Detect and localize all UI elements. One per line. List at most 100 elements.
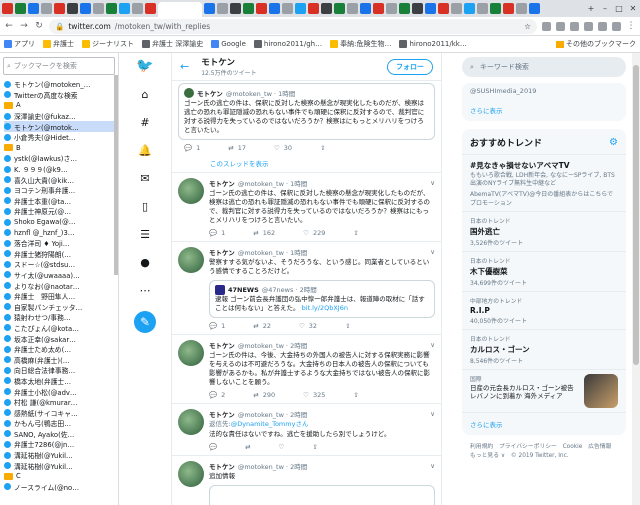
tab[interactable] (2, 3, 13, 14)
bookmark-item[interactable]: 喜久山大貴(@kik… (4, 174, 118, 185)
bookmark-item[interactable]: Twitterの高度な検索 (4, 90, 118, 101)
bookmark-item[interactable]: 坂本正幸(@sakar… (4, 333, 118, 344)
quote-link[interactable]: bit.ly/2QbXJ6n (302, 304, 348, 312)
bookmark-item[interactable]: 弁護士ため太め(… (4, 344, 118, 355)
bookmark-icon[interactable]: ▯ (138, 199, 152, 213)
avatar[interactable] (178, 340, 204, 366)
twitter-search-input[interactable]: ⌕ キーワード検索 (462, 57, 626, 77)
other-bookmarks[interactable]: その他のブックマーク (556, 39, 636, 49)
bookmark-item[interactable]: よりなお(@naotar… (4, 280, 118, 291)
tab[interactable] (308, 3, 319, 14)
tab[interactable] (360, 3, 371, 14)
bookmark-folder[interactable]: C (4, 471, 118, 482)
tab[interactable] (106, 3, 117, 14)
tab[interactable] (425, 3, 436, 14)
share-button[interactable]: ⇪ (345, 322, 350, 330)
list-icon[interactable]: ☰ (138, 227, 152, 241)
bookmark-search-input[interactable]: ⌕ ブックマークを検索 (3, 57, 115, 75)
retweet-button[interactable]: ⇄ (245, 443, 250, 451)
bookmark-item[interactable]: 弁護士猪狩陽朗(… (4, 249, 118, 260)
avatar[interactable] (178, 461, 204, 487)
bookmark-item[interactable]: ヨコテン刑事弁護… (4, 185, 118, 196)
retweet-button[interactable]: ⇄ 162 (253, 229, 275, 237)
mail-icon[interactable]: ✉ (138, 171, 152, 185)
bookmark-item[interactable]: K. ９９９(@k9… (4, 164, 118, 175)
menu-icon[interactable]: ⋮ (626, 21, 636, 31)
bookmark-item[interactable]: こたぴょん(@kota… (4, 323, 118, 334)
tab[interactable] (438, 3, 449, 14)
retweet-button[interactable]: ⇄ 290 (253, 391, 275, 399)
bookmark-item[interactable]: 弁護士 野田隼人… (4, 291, 118, 302)
forward-icon[interactable]: → (19, 21, 29, 31)
bookmark-item[interactable]: 猿射わせつ/事務… (4, 312, 118, 323)
extension-icon[interactable] (584, 21, 593, 31)
extension-icon[interactable] (556, 21, 565, 31)
tab[interactable] (477, 3, 488, 14)
bookmark[interactable]: ジーナリスト (82, 39, 134, 49)
tweet[interactable]: モトケン @motoken_tw · 1時間 ∨ ゴーン氏の逃亡の件は、保釈に反… (172, 173, 441, 242)
bell-icon[interactable]: 🔔 (138, 143, 152, 157)
bookmark-folder[interactable]: A (4, 100, 118, 111)
bookmark-item[interactable]: 弁護士7286(@jn… (4, 439, 118, 450)
profile-icon[interactable]: ● (138, 255, 152, 269)
avatar[interactable] (178, 247, 204, 273)
tab[interactable] (15, 3, 26, 14)
scrollbar-thumb[interactable] (633, 65, 639, 365)
bookmark-item[interactable]: hznfl @_hznf_)3… (4, 227, 118, 238)
share-button[interactable]: ⇪ (320, 144, 325, 152)
tab[interactable] (80, 3, 91, 14)
tab[interactable] (412, 3, 423, 14)
like-button[interactable]: ♡ 325 (303, 391, 325, 399)
bookmark-item[interactable]: 弁護士神原元(@… (4, 206, 118, 217)
tab[interactable] (41, 3, 52, 14)
address-bar[interactable]: 🔒 twitter.com/motoken_tw/with_replies ☆ (49, 18, 537, 34)
account-handle[interactable]: @SUSHImedia_2019 (462, 83, 626, 99)
bookmark-item[interactable]: モトケン(@motoken_… (4, 79, 118, 90)
retweet-button[interactable]: ⇄ 22 (253, 322, 271, 330)
share-button[interactable]: ⇪ (312, 443, 317, 451)
tab[interactable] (386, 3, 397, 14)
bookmark-item[interactable]: 溝延祐樹(@Yukil… (4, 450, 118, 461)
extension-icon[interactable] (542, 21, 551, 31)
bookmark-item[interactable]: 溝延祐樹(@Yukil… (4, 460, 118, 471)
tab[interactable] (256, 3, 267, 14)
quoted-tweet-card[interactable]: モトケン @motoken_tw · 1時間 ゴーン氏の逃亡の件は、保釈に反対し… (172, 81, 441, 156)
bookmark-folder[interactable]: B (4, 143, 118, 154)
footer-links[interactable]: 利用規約 プライバシーポリシー Cookie 広告情報 もっと見る ∨ © 20… (462, 435, 626, 461)
chevron-down-icon[interactable]: ∨ (430, 462, 435, 470)
reply-button[interactable]: 💬 2 (209, 391, 225, 399)
chevron-down-icon[interactable]: ∨ (430, 341, 435, 349)
bookmark[interactable]: アプリ (4, 39, 35, 49)
reply-button[interactable]: 💬 1 (209, 229, 225, 237)
bookmark[interactable]: 弁護士 (43, 39, 74, 49)
bookmark-item[interactable]: スドー☆(@stdsu… (4, 259, 118, 270)
new-tab-icon[interactable]: + (584, 0, 598, 17)
show-thread-link[interactable]: このスレッドを表示 (172, 156, 441, 173)
reload-icon[interactable]: ↻ (34, 21, 44, 31)
active-tab[interactable] (158, 2, 202, 17)
tab[interactable] (282, 3, 293, 14)
share-button[interactable]: ⇪ (353, 391, 358, 399)
tab[interactable] (243, 3, 254, 14)
reply-button[interactable]: 💬 (209, 443, 217, 451)
bookmark-item[interactable]: モトケン(@motok… (4, 121, 118, 132)
like-button[interactable]: ♡ 32 (299, 322, 317, 330)
tweet[interactable]: モトケン @motoken_tw · 2時間 ∨ 返信先:@Dynamite_T… (172, 404, 441, 456)
follow-button[interactable]: フォロー (387, 58, 433, 75)
like-button[interactable]: ♡ 30 (274, 144, 292, 152)
extension-icon[interactable] (598, 21, 607, 31)
tab[interactable] (93, 3, 104, 14)
reply-button[interactable]: 💬 1 (184, 144, 200, 152)
bookmark-item[interactable]: 橋本太地(弁護士… (4, 376, 118, 387)
back-arrow-icon[interactable]: ← (180, 60, 189, 73)
page-scrollbar[interactable] (632, 53, 640, 505)
bookmark-item[interactable]: 弁護士本重(@ta… (4, 196, 118, 207)
more-icon[interactable]: ⋯ (138, 283, 152, 297)
extension-icon[interactable] (570, 21, 579, 31)
tab[interactable] (217, 3, 228, 14)
scrollbar[interactable] (114, 75, 118, 275)
tab[interactable] (204, 3, 215, 14)
tab[interactable] (295, 3, 306, 14)
bookmark[interactable]: hirono2011/gh… (253, 40, 322, 48)
tab[interactable] (529, 3, 540, 14)
